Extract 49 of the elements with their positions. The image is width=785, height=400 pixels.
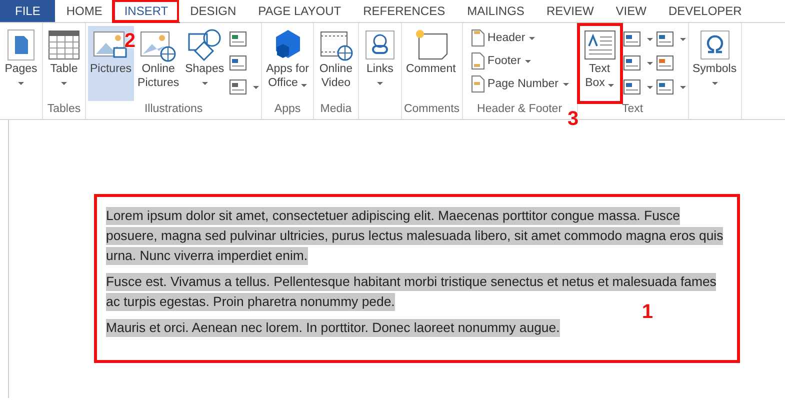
small-tool-icon [622, 54, 642, 72]
ribbon-tab[interactable]: FILE [0, 0, 56, 22]
step-number: 1 [642, 301, 653, 324]
group-label: Comments [404, 102, 460, 117]
ribbon-button[interactable]: Links [360, 26, 399, 101]
ribbon-button[interactable]: Online Pictures [136, 26, 182, 101]
small-tool-icon [228, 78, 248, 96]
ribbon-small-button[interactable]: Header [470, 29, 569, 47]
paragraph: Mauris et orci. Aenean nec lorem. In porttitor. Donec laoreet nonummy augue. [106, 318, 561, 338]
group-label: Text [620, 102, 644, 117]
small-tool-icon [622, 30, 642, 48]
small-tool-icon [654, 54, 675, 72]
page-icon [470, 75, 485, 93]
small-tool-icon [228, 30, 248, 48]
group-label: Apps [273, 102, 302, 117]
small-tool-icon [622, 78, 642, 96]
small-tool-icon [654, 30, 675, 48]
ribbon-small-button[interactable] [228, 78, 260, 96]
ribbon-small-button[interactable] [622, 30, 653, 48]
ribbon-button[interactable]: Online Video [316, 26, 356, 101]
ribbon-button[interactable]: Table [45, 26, 83, 101]
ribbon-small-button[interactable] [654, 78, 686, 96]
small-tool-icon [228, 54, 248, 72]
group-label: Media [319, 102, 353, 117]
ribbon-tab[interactable]: INSERT [113, 0, 180, 22]
small-tool-icon [654, 78, 675, 96]
page-icon [470, 52, 485, 70]
step-number: 3 [568, 108, 579, 131]
group-label: Illustrations [143, 102, 204, 117]
ribbon-button[interactable]: Shapes [183, 26, 226, 101]
group-label: Tables [46, 102, 82, 117]
ribbon-small-button[interactable]: Page Number [470, 75, 569, 93]
table-icon [47, 28, 81, 62]
ribbon-small-button[interactable] [622, 78, 653, 96]
step-number: 2 [124, 30, 136, 53]
ribbon-small-button[interactable] [654, 30, 686, 48]
omega-icon [698, 28, 732, 62]
ribbon-button[interactable]: Comment [404, 26, 458, 101]
paragraph: Lorem ipsum dolor sit amet, consectetuer adipiscing elit. Maecenas porttitor congue massa. Fusce posuere, magna sed pulvinar ultricies, purus lectus malesuada libero, sit amet commodo magna eros quis urna. Nunc viverra imperdiet enim. [106, 206, 724, 266]
ribbon-small-button[interactable] [622, 54, 653, 72]
ribbon-button[interactable]: Pages [2, 26, 40, 101]
ribbon-button[interactable]: Symbols [690, 26, 739, 101]
text-box-icon [582, 28, 618, 62]
ribbon-button[interactable]: Pictures 2 [88, 26, 134, 101]
group-label: Header & Footer [476, 102, 564, 117]
ribbon-button[interactable]: Apps for Office [264, 26, 311, 101]
page-icon [470, 29, 485, 47]
ribbon-small-button[interactable]: Footer [470, 52, 569, 70]
link-icon [362, 28, 397, 62]
